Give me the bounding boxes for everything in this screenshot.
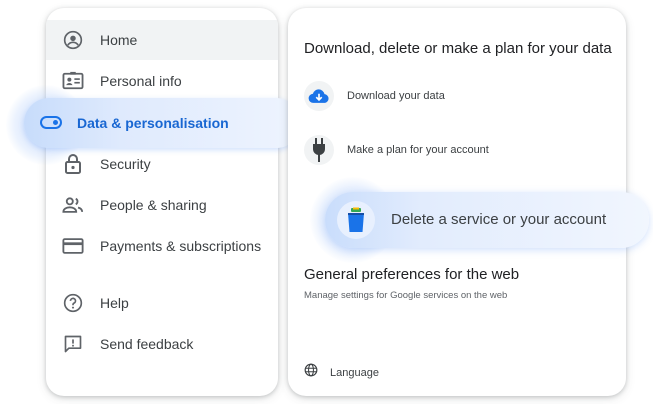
cloud-download-icon [304,81,334,111]
download-data-label: Download your data [347,90,445,102]
nav-label-payments: Payments & subscriptions [100,238,262,254]
nav-item-home[interactable]: Home [46,20,278,60]
nav-item-personal-info[interactable]: Personal info [46,61,278,101]
download-data-row[interactable]: Download your data [304,78,445,114]
account-circle-icon [62,29,84,51]
trash-icon [337,201,375,239]
globe-icon [304,363,318,382]
nav-label-security: Security [100,156,151,172]
nav-label-home: Home [100,32,138,48]
credit-card-icon [62,235,84,257]
nav-item-send-feedback[interactable]: Send feedback [46,324,278,364]
nav-item-help[interactable]: Help [46,283,278,323]
nav-label-personal-info: Personal info [100,73,182,89]
nav-label-send-feedback: Send feedback [100,336,194,352]
toggle-icon [40,116,62,129]
plug-icon [304,135,334,165]
language-label: Language [330,366,379,379]
delete-service-row[interactable]: Delete a service or your account [325,192,649,248]
language-row[interactable]: Language [304,363,379,382]
nav-label-data-personalisation: Data & personalisation [77,115,229,131]
plan-account-label: Make a plan for your account [347,144,489,156]
nav-item-security[interactable]: Security [46,144,278,184]
nav-label-help: Help [100,295,129,311]
nav-item-payments[interactable]: Payments & subscriptions [46,226,278,266]
delete-service-label: Delete a service or your account [391,211,607,228]
navigation-panel: Home Personal info Security People & sha… [46,8,278,396]
plan-account-row[interactable]: Make a plan for your account [304,132,489,168]
people-icon [62,194,84,216]
preferences-section-title: General preferences for the web [304,266,520,283]
feedback-icon [62,333,84,355]
data-section-title: Download, delete or make a plan for your… [304,40,612,57]
nav-item-data-personalisation[interactable]: Data & personalisation [24,98,301,148]
id-card-icon [62,70,84,92]
preferences-section-subtitle: Manage settings for Google services on t… [304,290,508,301]
nav-item-people-sharing[interactable]: People & sharing [46,185,278,225]
nav-label-people-sharing: People & sharing [100,197,207,213]
help-icon [62,292,84,314]
